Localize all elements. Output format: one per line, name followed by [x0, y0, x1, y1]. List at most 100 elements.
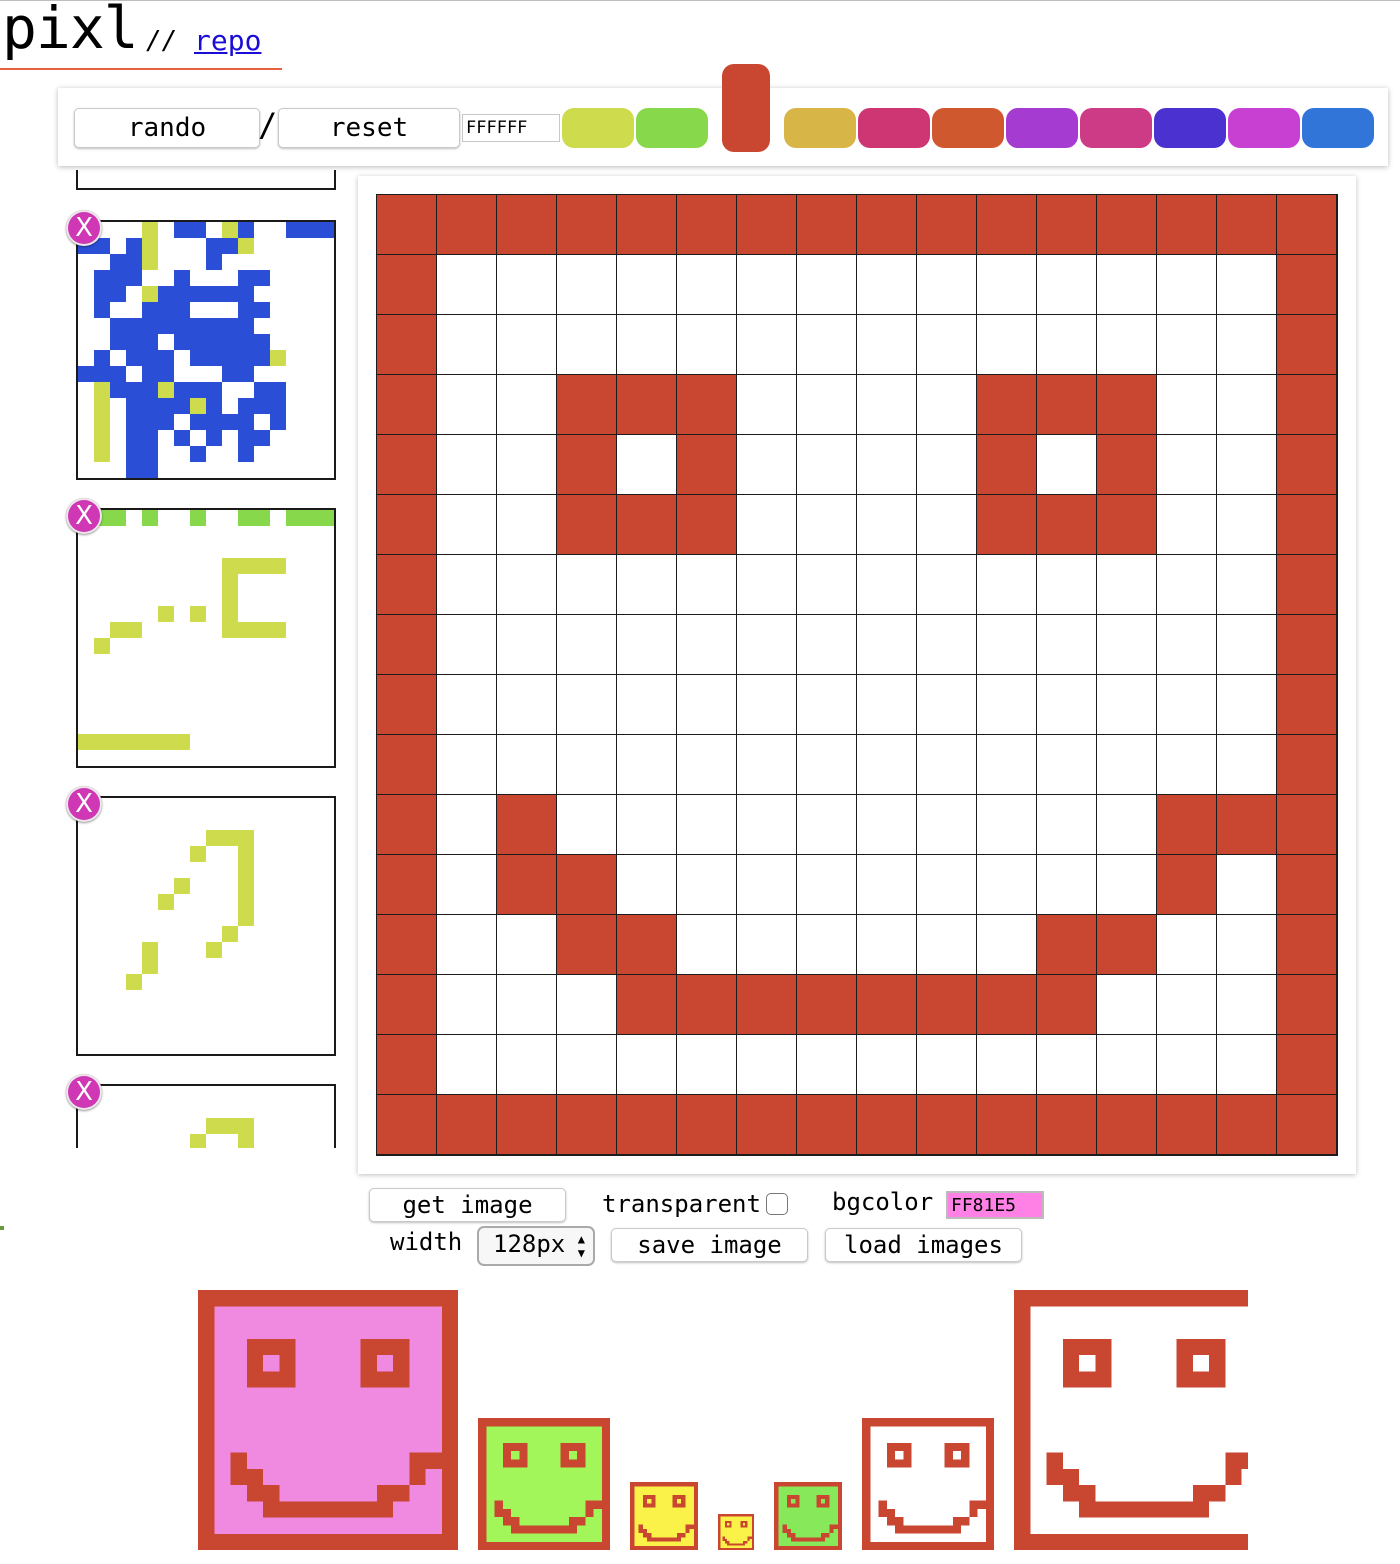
pixel-cell[interactable]: [737, 495, 796, 554]
pixel-cell[interactable]: [797, 675, 856, 734]
pixel-cell[interactable]: [377, 735, 436, 794]
pixel-cell[interactable]: [977, 255, 1036, 314]
color-swatch-10[interactable]: [1228, 108, 1300, 148]
pixel-cell[interactable]: [737, 675, 796, 734]
pixel-cell[interactable]: [977, 555, 1036, 614]
pixel-cell[interactable]: [917, 555, 976, 614]
pixel-cell[interactable]: [677, 855, 736, 914]
pixel-cell[interactable]: [1037, 555, 1096, 614]
pixel-cell[interactable]: [1217, 915, 1276, 974]
repo-link[interactable]: repo: [194, 24, 261, 57]
pixel-cell[interactable]: [1157, 975, 1216, 1034]
pixel-cell[interactable]: [797, 975, 856, 1034]
pixel-cell[interactable]: [677, 495, 736, 554]
pixel-cell[interactable]: [917, 1035, 976, 1094]
pixel-cell[interactable]: [737, 255, 796, 314]
pixel-cell[interactable]: [617, 855, 676, 914]
pixel-cell[interactable]: [617, 195, 676, 254]
pixel-cell[interactable]: [1217, 675, 1276, 734]
pixel-cell[interactable]: [557, 975, 616, 1034]
color-swatch-6[interactable]: [932, 108, 1004, 148]
pixel-cell[interactable]: [437, 555, 496, 614]
pixel-cell[interactable]: [737, 615, 796, 674]
pixel-cell[interactable]: [497, 435, 556, 494]
pixel-cell[interactable]: [1037, 435, 1096, 494]
pixel-cell[interactable]: [1097, 555, 1156, 614]
pixel-cell[interactable]: [557, 1095, 616, 1154]
pixel-cell[interactable]: [797, 795, 856, 854]
pixel-cell[interactable]: [857, 495, 916, 554]
pixel-cell[interactable]: [437, 675, 496, 734]
pixel-cell[interactable]: [1097, 195, 1156, 254]
pixel-cell[interactable]: [1217, 435, 1276, 494]
pixel-cell[interactable]: [1217, 615, 1276, 674]
pixel-cell[interactable]: [977, 315, 1036, 374]
pixel-cell[interactable]: [797, 855, 856, 914]
pixel-cell[interactable]: [737, 795, 796, 854]
pixel-cell[interactable]: [437, 615, 496, 674]
pixel-cell[interactable]: [677, 255, 736, 314]
color-swatch-9[interactable]: [1154, 108, 1226, 148]
delete-thumbnail-3-button[interactable]: X: [66, 786, 102, 822]
pixel-cell[interactable]: [857, 555, 916, 614]
pixel-cell[interactable]: [977, 735, 1036, 794]
pixel-cell[interactable]: [377, 315, 436, 374]
pixel-cell[interactable]: [1097, 915, 1156, 974]
pixel-cell[interactable]: [1097, 675, 1156, 734]
pixel-cell[interactable]: [557, 795, 616, 854]
pixel-cell[interactable]: [617, 555, 676, 614]
pixel-cell[interactable]: [557, 555, 616, 614]
pixel-cell[interactable]: [857, 375, 916, 434]
pixel-cell[interactable]: [377, 915, 436, 974]
pixel-cell[interactable]: [377, 675, 436, 734]
pixel-cell[interactable]: [857, 255, 916, 314]
pixel-cell[interactable]: [497, 1035, 556, 1094]
pixel-cell[interactable]: [977, 1035, 1036, 1094]
pixel-cell[interactable]: [1217, 735, 1276, 794]
pixel-cell[interactable]: [677, 555, 736, 614]
pixel-cell[interactable]: [1277, 375, 1336, 434]
pixel-cell[interactable]: [1217, 195, 1276, 254]
pixel-cell[interactable]: [857, 315, 916, 374]
pixel-cell[interactable]: [377, 195, 436, 254]
pixel-cell[interactable]: [497, 195, 556, 254]
pixel-cell[interactable]: [497, 255, 556, 314]
pixel-cell[interactable]: [617, 255, 676, 314]
pixel-cell[interactable]: [1157, 495, 1216, 554]
pixel-cell[interactable]: [557, 615, 616, 674]
pixel-cell[interactable]: [1037, 675, 1096, 734]
pixel-cell[interactable]: [917, 915, 976, 974]
pixel-cell[interactable]: [437, 195, 496, 254]
pixel-cell[interactable]: [857, 435, 916, 494]
pixel-cell[interactable]: [797, 555, 856, 614]
pixel-cell[interactable]: [1217, 375, 1276, 434]
pixel-cell[interactable]: [1277, 255, 1336, 314]
pixel-cell[interactable]: [917, 315, 976, 374]
pixel-cell[interactable]: [1157, 855, 1216, 914]
reset-button[interactable]: reset: [278, 108, 460, 148]
pixel-cell[interactable]: [737, 1035, 796, 1094]
pixel-cell[interactable]: [917, 735, 976, 794]
pixel-cell[interactable]: [1037, 315, 1096, 374]
pixel-cell[interactable]: [377, 555, 436, 614]
pixel-cell[interactable]: [497, 915, 556, 974]
pixel-cell[interactable]: [1097, 255, 1156, 314]
pixel-cell[interactable]: [617, 435, 676, 494]
pixel-cell[interactable]: [1037, 975, 1096, 1034]
pixel-cell[interactable]: [857, 795, 916, 854]
bgcolor-input[interactable]: [946, 1191, 1044, 1219]
pixel-cell[interactable]: [1157, 735, 1216, 794]
pixel-cell[interactable]: [857, 915, 916, 974]
pixel-cell[interactable]: [617, 975, 676, 1034]
pixel-cell[interactable]: [857, 675, 916, 734]
pixel-cell[interactable]: [977, 975, 1036, 1034]
pixel-cell[interactable]: [857, 1095, 916, 1154]
pixel-cell[interactable]: [1037, 1095, 1096, 1154]
pixel-cell[interactable]: [557, 195, 616, 254]
pixel-cell[interactable]: [797, 495, 856, 554]
pixel-cell[interactable]: [917, 435, 976, 494]
thumbnail-partial-top[interactable]: [76, 170, 336, 190]
pixel-cell[interactable]: [437, 375, 496, 434]
pixel-cell[interactable]: [437, 1035, 496, 1094]
pixel-cell[interactable]: [797, 915, 856, 974]
